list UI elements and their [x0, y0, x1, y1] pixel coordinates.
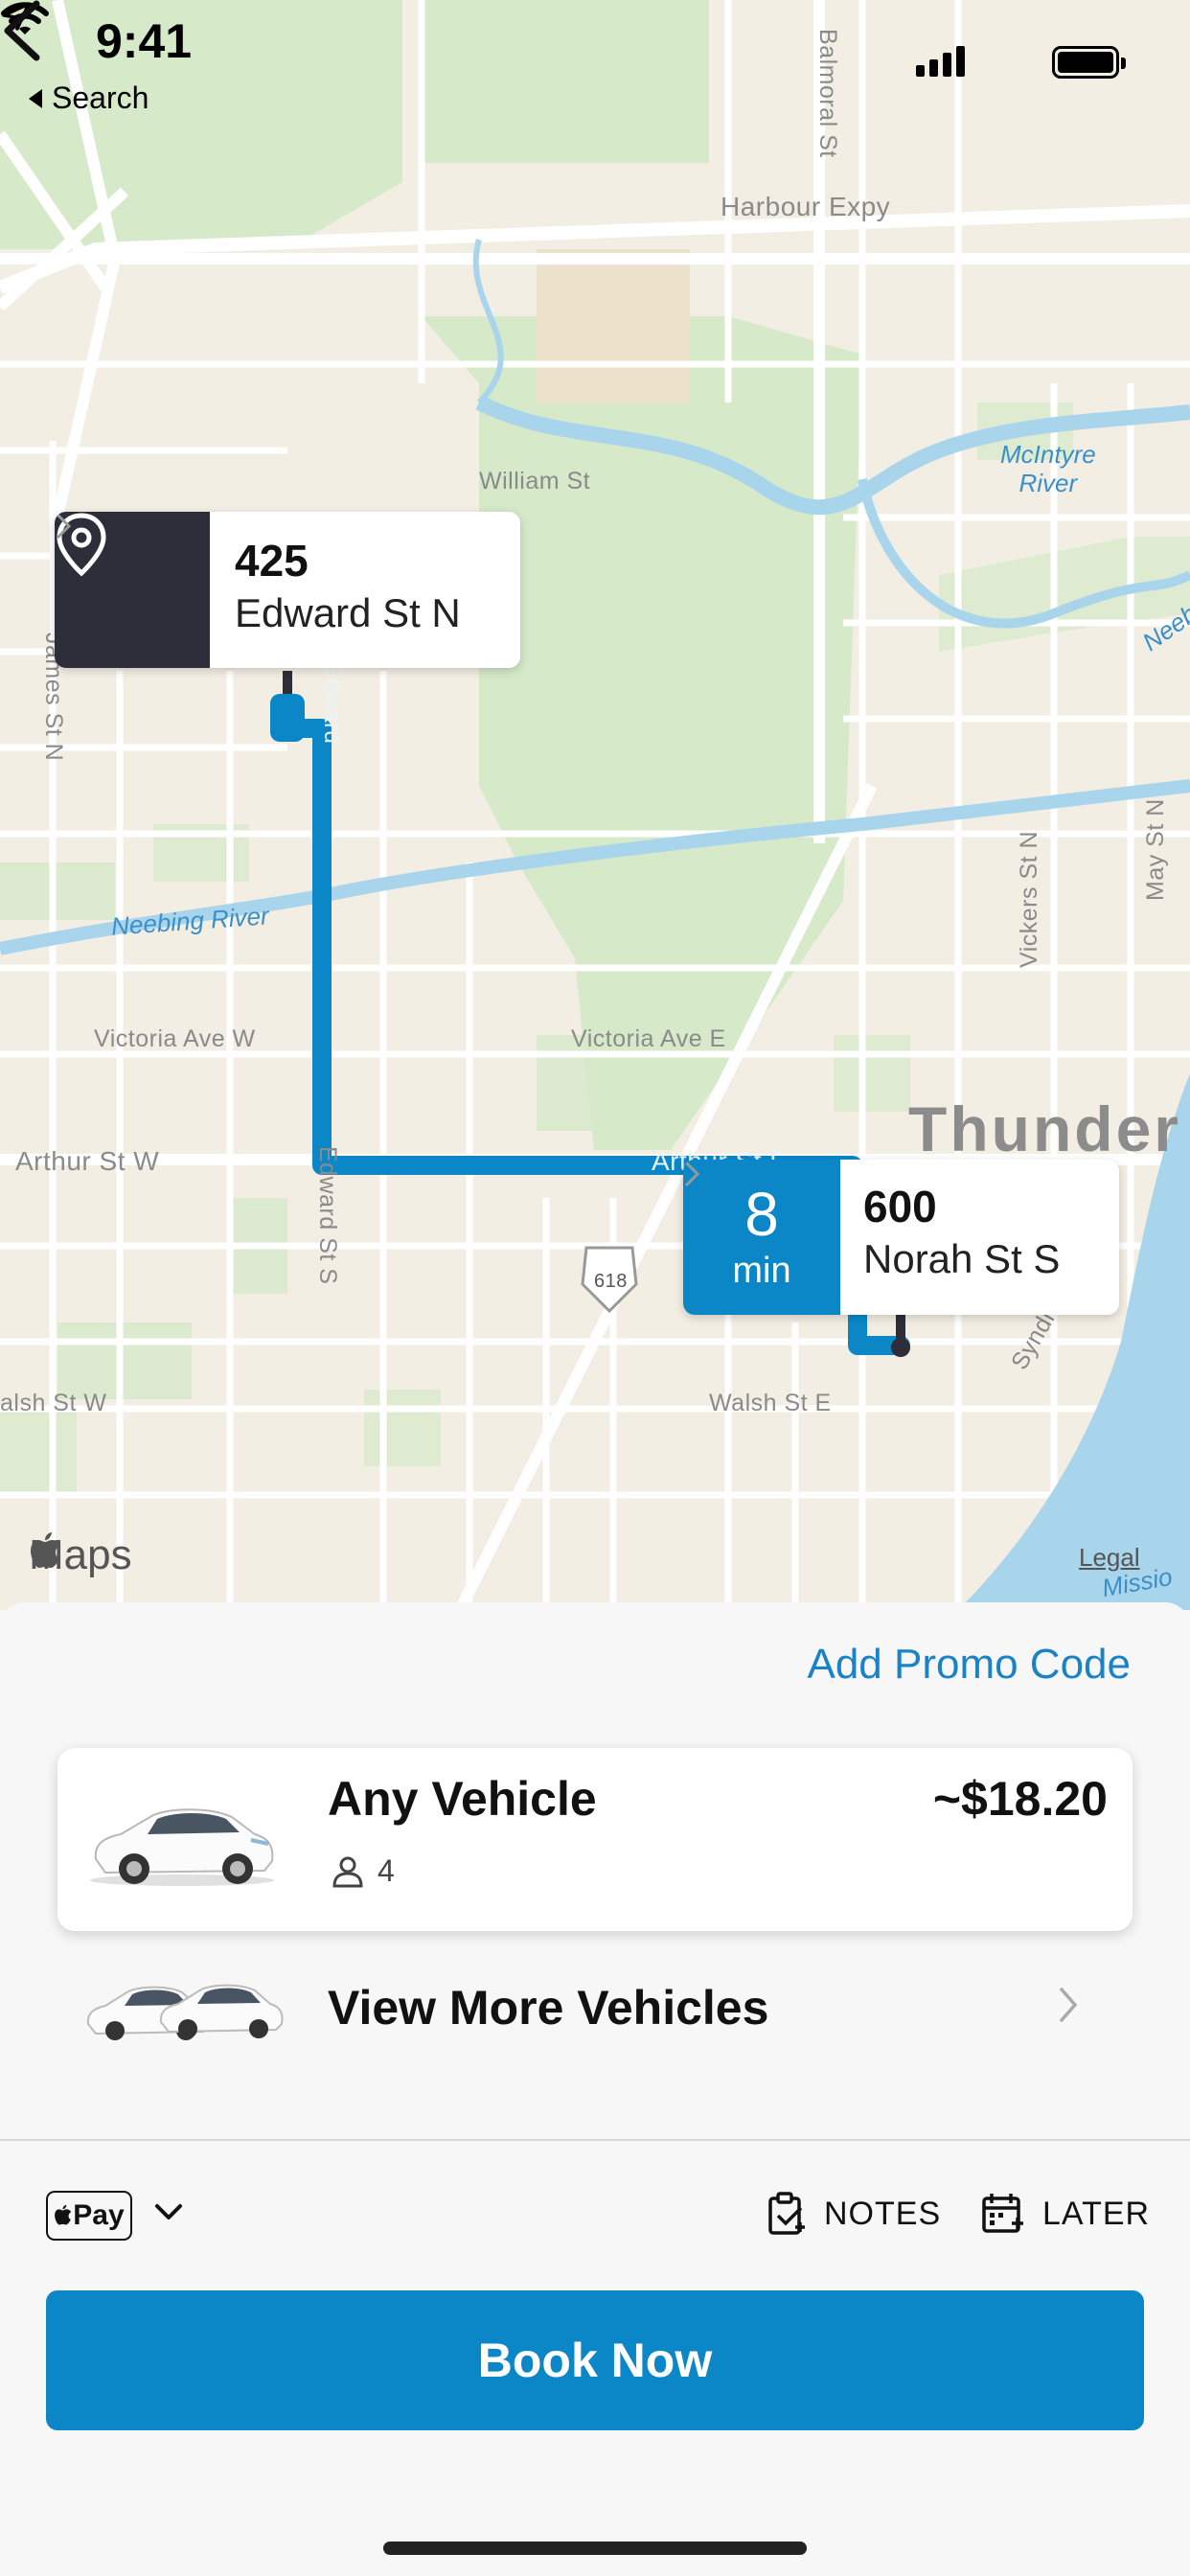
chevron-right-icon [684, 1161, 700, 1187]
map-view[interactable]: Balmoral St Harbour Expy William St Jame… [0, 0, 1190, 1610]
view-more-vehicles-row[interactable]: View More Vehicles [0, 1957, 1190, 2062]
vehicle-seats: 4 [332, 1853, 395, 1889]
dropoff-street: Norah St S [863, 1236, 1061, 1282]
eta-value: 8 [744, 1179, 779, 1249]
dropoff-location-card[interactable]: 8 min 600 Norah St S [683, 1160, 1119, 1315]
home-indicator[interactable] [383, 2542, 807, 2555]
river-label: McIntyre River [1000, 440, 1096, 497]
city-label: Thunder [908, 1093, 1181, 1164]
chevron-right-icon [56, 513, 72, 540]
apple-logo-icon [31, 1532, 60, 1568]
add-promo-code-link[interactable]: Add Promo Code [807, 1641, 1131, 1689]
road-label: Walsh St E [709, 1390, 832, 1416]
booking-sheet: Add Promo Code Any Vehicle ~$18.20 4 Vie… [0, 1602, 1190, 2576]
road-label: Balmoral St [814, 29, 841, 158]
chevron-down-icon[interactable] [153, 2202, 184, 2223]
road-label: Victoria Ave E [571, 1025, 726, 1052]
view-more-vehicles-label: View More Vehicles [328, 1981, 769, 2035]
pay-label: Pay [73, 2199, 125, 2231]
pickup-pin-box [55, 512, 210, 668]
schedule-later-button[interactable]: LATER [981, 2191, 1150, 2237]
pickup-number: 425 [235, 536, 309, 586]
notes-button[interactable]: NOTES [767, 2191, 941, 2237]
notes-icon [768, 2192, 805, 2235]
vehicle-option-card[interactable]: Any Vehicle ~$18.20 4 [57, 1748, 1133, 1931]
notes-label: NOTES [824, 2195, 942, 2232]
multiple-cars-icon [86, 1984, 284, 2040]
return-to-app-button[interactable]: Search [29, 80, 149, 116]
car-icon [90, 1808, 274, 1886]
road-label: Victoria Ave W [94, 1025, 256, 1052]
road-label: Edward St S [314, 1146, 341, 1285]
seat-count: 4 [378, 1853, 395, 1888]
return-app-label: Search [52, 80, 149, 115]
apple-pay-method-button[interactable]: Pay [46, 2191, 132, 2241]
map-canvas [0, 0, 1190, 1610]
divider [0, 2139, 1190, 2141]
road-label: Edward [319, 663, 345, 745]
eta-badge: 8 min [683, 1160, 840, 1315]
cellular-signal-icon [916, 46, 965, 77]
status-time: 9:41 [96, 14, 193, 68]
vehicle-price: ~$18.20 [932, 1772, 1108, 1826]
pickup-street: Edward St N [235, 590, 461, 636]
eta-unit: min [732, 1250, 791, 1291]
apple-maps-logo: Maps [29, 1531, 132, 1579]
road-label: Arthur St W [15, 1146, 160, 1176]
road-label: May St N [1142, 798, 1169, 901]
vehicle-name: Any Vehicle [328, 1772, 597, 1826]
dropoff-number: 600 [863, 1182, 937, 1231]
pickup-location-card[interactable]: 425 Edward St N [55, 512, 520, 668]
road-label: Harbour Expy [721, 192, 891, 221]
apple-logo-icon [55, 2204, 72, 2225]
battery-icon [1052, 46, 1126, 79]
calendar-add-icon [982, 2194, 1023, 2233]
person-icon [332, 1856, 363, 1887]
payment-options-row: Pay NOTES LATER [0, 2177, 1190, 2273]
book-now-button[interactable]: Book Now [46, 2290, 1144, 2430]
back-chevron-icon[interactable] [0, 0, 46, 61]
road-label: alsh St W [0, 1390, 107, 1416]
road-label: William St [479, 468, 591, 494]
legal-link[interactable]: Legal [1079, 1543, 1140, 1573]
highway-shield-label: 618 [594, 1271, 628, 1292]
later-label: LATER [1042, 2195, 1151, 2232]
chevron-right-icon [1060, 1988, 1078, 2022]
road-label: Vickers St N [1016, 830, 1042, 968]
back-triangle-icon [29, 88, 42, 108]
